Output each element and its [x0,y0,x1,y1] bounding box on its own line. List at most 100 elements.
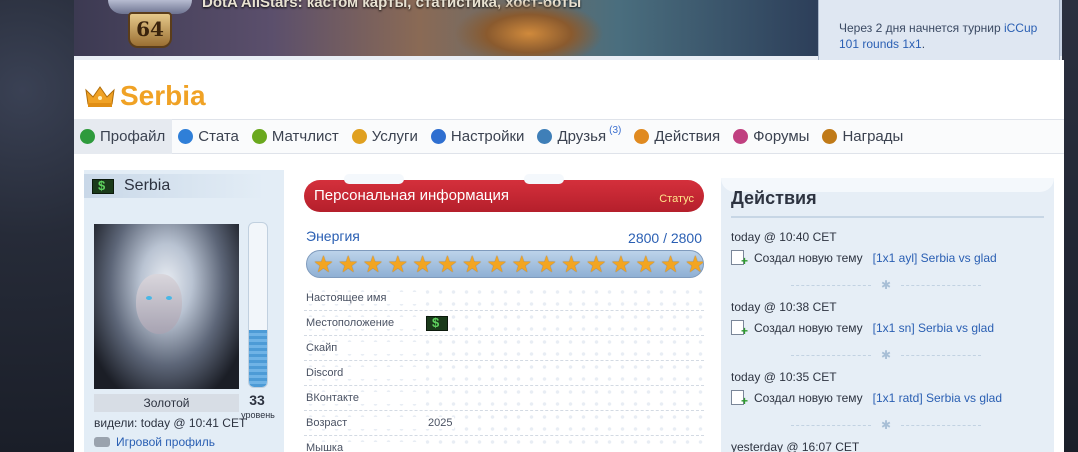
tab-label: Стата [198,128,239,145]
activity-row: Создал новую тему [1x1 ayl] Serbia vs gla… [731,250,1044,268]
energy-star-icon: ★ [461,251,483,277]
forum-icon [733,129,749,144]
status-label[interactable]: Статус [659,180,694,218]
tab-label: Профайл [100,128,166,145]
tab-label: Действия [654,128,721,145]
friends-count-badge: (3) [609,125,622,136]
tab-2[interactable]: Стата [172,119,246,154]
tab-label: Матчлист [271,128,339,145]
energy-label: Энергия [306,228,360,244]
list-icon [634,129,650,144]
player-card: Serbia Золотой 33 уровень видели: today … [84,170,284,452]
level-badge: 64 [128,12,172,48]
avatar [94,224,239,389]
award-icon [822,129,838,144]
tab-1[interactable]: Профайл [74,119,173,154]
gear-icon [430,129,446,144]
tab-9[interactable]: Награды [816,119,910,154]
personal-info-header: Персональная информация Статус [304,180,704,212]
game-profile-label: Игровой профиль [116,435,215,449]
tab-label: Услуги [371,128,418,145]
info-row: Возраст 2025 [304,411,704,436]
notice-text: Через 2 дня начнется турнир [839,21,1004,35]
activity-action: Создал новую тему [754,390,863,405]
smiley-icon [80,129,95,144]
friends-icon [537,129,553,144]
energy-star-icon: ★ [610,251,632,277]
gamepad-icon [94,437,110,447]
snow-decoration [344,174,404,184]
activity-item: yesterday @ 16:07 CET [731,440,1044,452]
tab-4[interactable]: Услуги [346,119,425,154]
avatar-eye-right [166,296,172,300]
tab-8[interactable]: Форумы [727,119,816,154]
tab-5[interactable]: Настройки [425,119,532,154]
activity-action: Создал новую тему [754,320,863,335]
energy-star-bar: ★ ★ ★ ★ ★ ★ ★ ★ ★ ★ ★ ★ ★ ★ ★ ★ [306,250,704,278]
tab-6[interactable]: Друзья (3) [531,119,628,154]
avatar-face [136,274,182,334]
info-icon [178,129,194,144]
info-row-label: Скайп [304,342,426,354]
snowflake-separator-icon: ✱ [791,418,981,432]
info-rows: Настоящее имя Местоположение Скайп Discord В… [304,286,704,452]
energy-star-icon: ★ [511,251,533,277]
topic-link[interactable]: [1x1 ratd] Serbia vs glad [873,391,1002,405]
energy-star-icon: ★ [536,251,557,277]
tab-label: Настройки [450,128,525,145]
topic-link[interactable]: [1x1 sn] Serbia vs glad [873,321,994,335]
activity-time: today @ 10:38 CET [731,300,837,314]
globe-icon [351,129,367,144]
energy-star-icon: ★ [313,251,334,277]
profile-tabs: Профайл Стата Матчлист Услуги Настройки Друзь… [74,119,1064,154]
profile-title-row: Serbia [84,78,206,114]
activity-title: Действия [731,188,817,208]
info-row: Настоящее имя [304,286,704,311]
experience-bar [248,222,268,388]
page-title: Serbia [120,80,206,111]
flag-icon [426,315,448,331]
new-topic-icon [731,390,748,408]
new-topic-icon [731,320,748,338]
topic-link[interactable]: [1x1 ayl] Serbia vs glad [873,251,997,265]
player-card-header: Serbia [84,174,264,198]
snowflake-separator-icon: ✱ [791,348,981,362]
level-number: 33 [249,392,265,408]
activity-action: Создал новую тему [754,250,863,265]
tab-3[interactable]: Матчлист [246,119,346,154]
activity-title-underline [731,216,1044,218]
info-row: Местоположение [304,311,704,336]
background-right [1062,0,1078,452]
info-row: Discord [304,361,704,386]
energy-star-icon: ★ [387,251,409,277]
avatar-eye-left [146,296,152,300]
radiation-icon [251,129,267,144]
player-name: Serbia [124,177,171,194]
tab-label: Форумы [753,128,810,145]
activity-panel: Действия today @ 10:40 CET Создал новую т… [721,178,1054,452]
info-row: Мышка [304,436,704,452]
tab-7[interactable]: Действия [628,119,727,154]
personal-info-title: Персональная информация [314,187,510,204]
activity-time: today @ 10:35 CET [731,370,837,384]
energy-star-icon: ★ [635,251,657,277]
activity-item: today @ 10:35 CET Создал новую тему [1x1 r… [731,370,1044,408]
last-seen: видели: today @ 10:41 CET [94,416,247,430]
tab-label: Друзья [557,128,607,145]
game-profile-link[interactable]: Игровой профиль [94,435,215,449]
banner-artwork [454,0,604,56]
info-row: ВКонтакте [304,386,704,411]
info-row-value: 2025 [426,417,455,429]
energy-star-icon: ★ [660,251,681,277]
activity-time: yesterday @ 16:07 CET [731,440,860,452]
activity-time: today @ 10:40 CET [731,230,837,244]
crown-icon [85,86,115,107]
energy-value: 2800 / 2800 [628,230,702,246]
info-row-label: Настоящее имя [304,292,426,304]
notice-suffix: . [921,37,926,51]
energy-star-icon: ★ [337,251,359,277]
personal-info: Персональная информация Статус Энергия 2… [304,174,704,452]
activity-row: Создал новую тему [1x1 sn] Serbia vs glad [731,320,1044,338]
experience-bar-fill [249,329,267,387]
energy-star-icon: ★ [585,251,607,277]
